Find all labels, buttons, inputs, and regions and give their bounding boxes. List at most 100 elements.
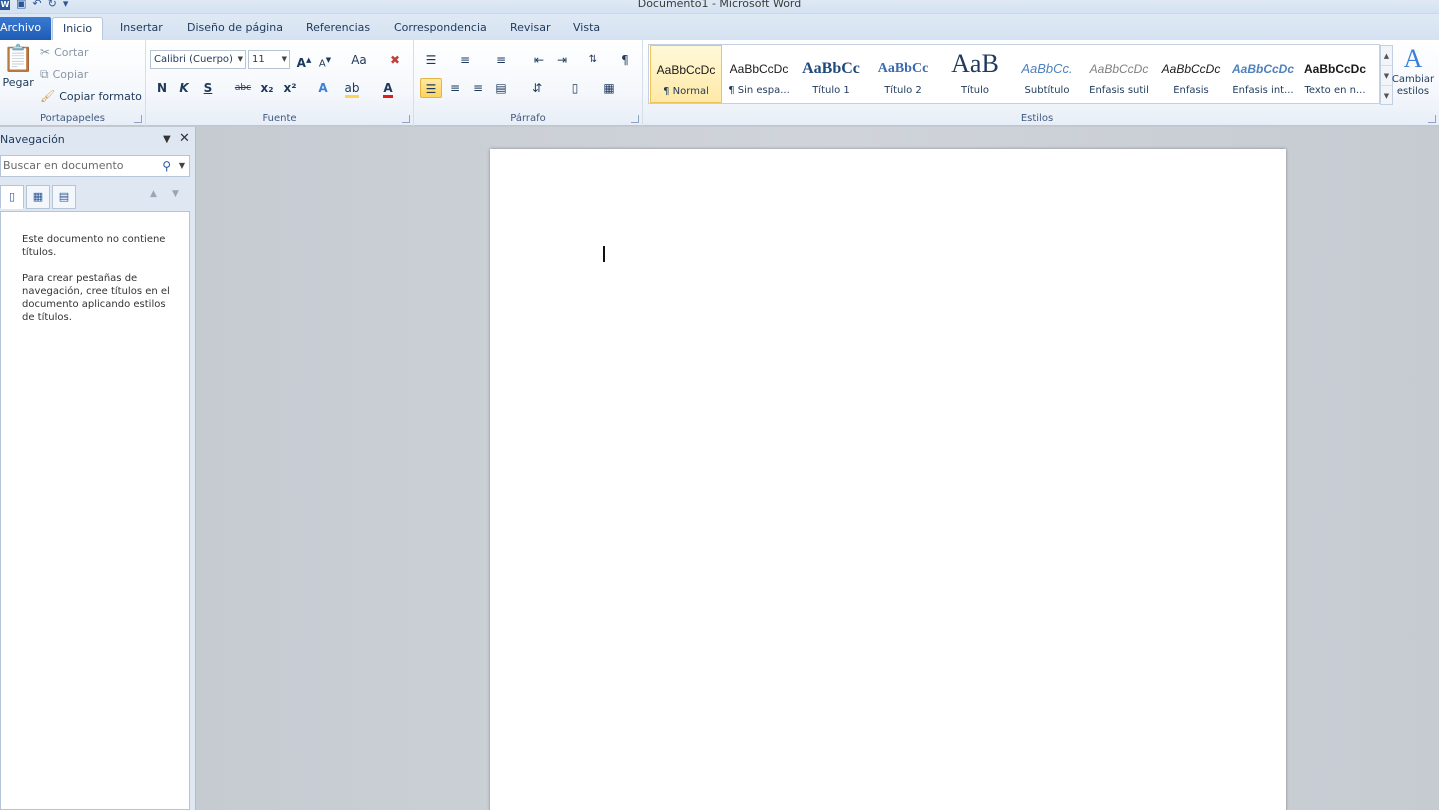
font-group-label: Fuente — [262, 113, 297, 124]
superscript-button[interactable]: x² — [279, 78, 301, 98]
change-styles-icon: A — [1403, 44, 1423, 73]
scissors-icon: ✂ — [40, 45, 51, 59]
clipboard-icon: 📋 — [2, 44, 35, 74]
align-left-button[interactable]: ☰ — [420, 78, 442, 98]
tab-pages[interactable]: ▦ — [26, 185, 50, 209]
font-color-button[interactable]: A — [377, 78, 399, 98]
bullets-button[interactable]: ☰ — [420, 50, 442, 70]
clipboard-launcher-icon[interactable] — [134, 115, 142, 123]
style-subtitulo[interactable]: AaBbCc. Subtítulo — [1011, 45, 1083, 103]
pane-options-icon[interactable]: ▼ — [163, 130, 171, 150]
font-launcher-icon[interactable] — [402, 115, 410, 123]
grow-font-button[interactable]: A▲ — [293, 50, 315, 70]
style-titulo-1[interactable]: AaBbCc Título 1 — [795, 45, 867, 103]
clear-format-button[interactable]: ✖ — [384, 50, 406, 70]
paragraph-launcher-icon[interactable] — [631, 115, 639, 123]
close-icon[interactable]: ✕ — [179, 129, 190, 149]
tab-insertar[interactable]: Insertar — [110, 17, 173, 40]
styles-launcher-icon[interactable] — [1428, 115, 1436, 123]
decrease-indent-button[interactable]: ⇤ — [528, 50, 550, 70]
clipboard-group: 📋 Pegar ✂ Cortar ⧉ Copiar 🖌 Copiar forma… — [0, 40, 146, 126]
search-icon[interactable]: ⚲ — [162, 156, 171, 176]
shrink-font-button[interactable]: A▼ — [314, 50, 336, 70]
style-sample: AaBbCcDc — [1161, 62, 1221, 76]
italic-button[interactable]: K — [173, 78, 195, 98]
style-normal[interactable]: AaBbCcDc ¶ Normal — [650, 45, 722, 103]
style-sample: AaBbCcDc — [656, 63, 716, 77]
multilevel-list-button[interactable]: ≡ — [490, 50, 512, 70]
style-sample: AaBbCc — [877, 61, 929, 76]
style-sample: AaBbCcDc — [729, 62, 789, 76]
underline-label: S — [203, 81, 213, 95]
paragraph-group: ☰ ≡ ≡ ⇤ ⇥ ⇅ ¶ ☰ ≡ ≡ ▤ ⇵ ▯ ▦ Párrafo — [414, 40, 643, 126]
numbering-button[interactable]: ≡ — [454, 50, 476, 70]
font-name-combo[interactable]: Calibri (Cuerpo) ▼ — [150, 50, 246, 69]
copy-icon: ⧉ — [40, 67, 49, 81]
bold-button[interactable]: N — [151, 78, 173, 98]
line-spacing-button[interactable]: ⇵ — [526, 78, 548, 98]
font-color-icon: A — [383, 81, 393, 98]
styles-group-label: Estilos — [1020, 113, 1054, 124]
copy-button[interactable]: ⧉ Copiar — [40, 67, 88, 81]
style-enfasis[interactable]: AaBbCcDc Énfasis — [1155, 45, 1227, 103]
text-effects-button[interactable]: A — [312, 78, 334, 98]
align-right-button[interactable]: ≡ — [467, 78, 489, 98]
style-titulo-2[interactable]: AaBbCc Título 2 — [867, 45, 939, 103]
paragraph-group-label: Párrafo — [510, 113, 546, 124]
tab-vista[interactable]: Vista — [563, 17, 610, 40]
font-name-value: Calibri (Cuerpo) — [154, 54, 233, 65]
navigation-title: Navegación — [0, 133, 65, 146]
tab-referencias[interactable]: Referencias — [296, 17, 380, 40]
shading-button[interactable]: ▯ — [564, 78, 586, 98]
highlight-button[interactable]: ab — [341, 78, 363, 98]
subscript-label: x₂ — [260, 81, 274, 95]
change-case-button[interactable]: Aa — [344, 50, 374, 70]
strikethrough-button[interactable]: abc — [232, 78, 254, 98]
document-page[interactable] — [490, 149, 1286, 810]
italic-label: K — [179, 81, 189, 95]
style-name: Énfasis — [1173, 85, 1209, 96]
change-styles-button[interactable]: A Cambiar estilos — [1390, 44, 1436, 98]
increase-indent-button[interactable]: ⇥ — [551, 50, 573, 70]
tab-diseno-de-pagina[interactable]: Diseño de página — [177, 17, 293, 40]
style-enfasis-sutil[interactable]: AaBbCcDc Énfasis sutil — [1083, 45, 1155, 103]
style-texto-en-negrita[interactable]: AaBbCcDc Texto en n... — [1299, 45, 1371, 103]
next-icon[interactable]: ▼ — [172, 189, 179, 199]
tab-archivo[interactable]: Archivo — [0, 17, 52, 40]
subscript-button[interactable]: x₂ — [256, 78, 278, 98]
style-titulo[interactable]: AaB Título — [939, 45, 1011, 103]
tab-headings[interactable]: ▯ — [0, 185, 24, 209]
style-enfasis-intenso[interactable]: AaBbCcDc Énfasis int... — [1227, 45, 1299, 103]
chevron-down-icon: ▼ — [237, 55, 243, 63]
font-size-combo[interactable]: 11 ▼ — [248, 50, 290, 69]
style-sin-espaciado[interactable]: AaBbCcDc ¶ Sin espa... — [723, 45, 795, 103]
style-name: Texto en n... — [1304, 85, 1366, 96]
paste-button[interactable]: 📋 Pegar — [2, 44, 34, 89]
document-search-input[interactable]: Buscar en documento ⚲ ▼ — [0, 155, 190, 177]
bold-label: N — [156, 81, 168, 95]
cut-button[interactable]: ✂ Cortar — [40, 45, 89, 59]
tab-correspondencia[interactable]: Correspondencia — [384, 17, 497, 40]
borders-button[interactable]: ▦ — [598, 78, 620, 98]
justify-button[interactable]: ▤ — [490, 78, 512, 98]
show-formatting-button[interactable]: ¶ — [614, 50, 636, 70]
style-name: ¶ Sin espa... — [728, 85, 790, 96]
sort-button[interactable]: ⇅ — [582, 50, 604, 70]
highlighter-icon: ab — [344, 81, 360, 98]
font-size-value: 11 — [252, 54, 265, 65]
tab-inicio[interactable]: Inicio — [52, 17, 104, 40]
chevron-down-icon[interactable]: ▼ — [179, 156, 185, 176]
navigation-pane: Navegación ▼ ✕ Buscar en documento ⚲ ▼ ▯… — [0, 127, 196, 810]
align-center-button[interactable]: ≡ — [444, 78, 466, 98]
tab-revisar[interactable]: Revisar — [500, 17, 560, 40]
search-placeholder: Buscar en documento — [3, 159, 124, 172]
style-name: ¶ Normal — [663, 86, 709, 97]
headings-icon: ▯ — [8, 190, 16, 203]
clipboard-group-label: Portapapeles — [39, 113, 106, 124]
format-painter-button[interactable]: 🖌 Copiar formato — [40, 89, 142, 103]
document-workspace — [197, 127, 1439, 810]
superscript-label: x² — [283, 81, 297, 95]
previous-icon[interactable]: ▲ — [150, 189, 157, 199]
tab-results[interactable]: ▤ — [52, 185, 76, 209]
underline-button[interactable]: S — [197, 78, 219, 98]
